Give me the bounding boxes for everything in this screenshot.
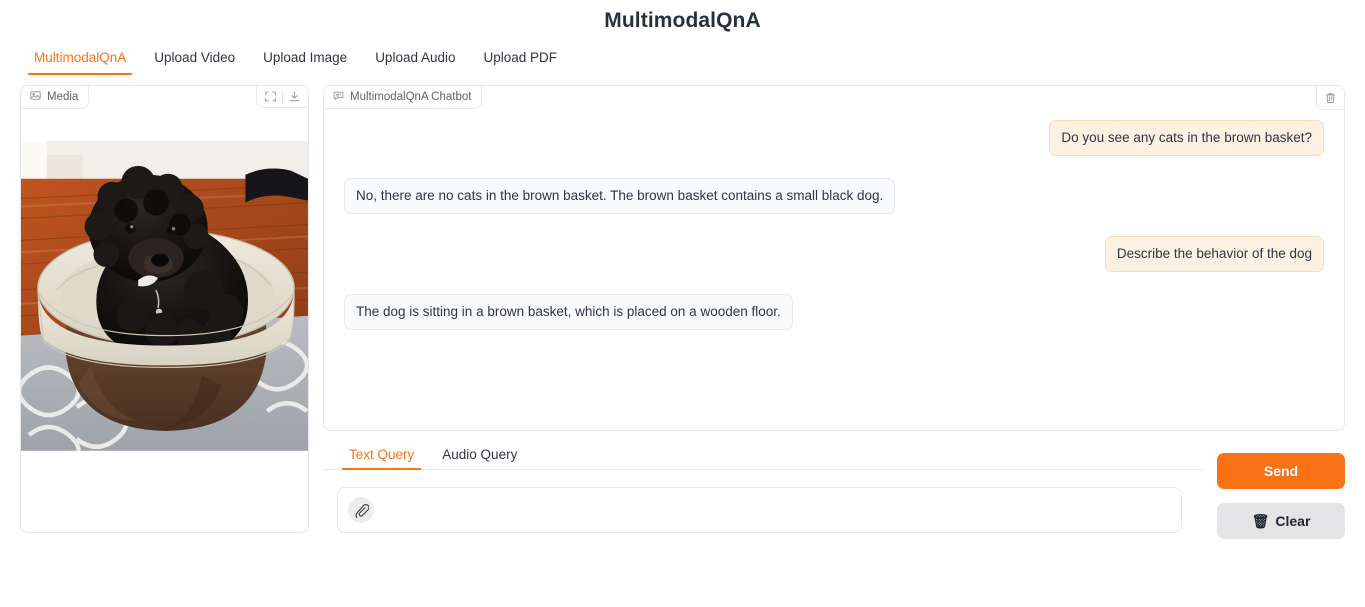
query-action-column: Send 🗑 Clear	[1217, 443, 1345, 539]
media-panel-label-text: Media	[47, 91, 78, 103]
chat-message-row: The dog is sitting in a brown basket, wh…	[344, 294, 1324, 330]
chat-bubble-bot: The dog is sitting in a brown basket, wh…	[344, 294, 793, 330]
send-button[interactable]: Send	[1217, 453, 1345, 489]
image-icon	[30, 90, 41, 104]
tab-upload-pdf[interactable]: Upload PDF	[470, 50, 572, 75]
chatbot-panel: MultimodalQnA Chatbot Do you see any cat…	[323, 85, 1345, 431]
chat-icon	[333, 90, 344, 104]
download-icon[interactable]	[288, 90, 301, 103]
media-panel-tools	[256, 86, 308, 108]
media-image[interactable]	[21, 141, 308, 453]
chat-message-row: No, there are no cats in the brown baske…	[344, 178, 1324, 214]
paperclip-icon[interactable]	[348, 497, 374, 523]
trash-icon	[1324, 92, 1337, 109]
tab-audio-query[interactable]: Audio Query	[428, 447, 531, 469]
clear-chat-icon-button[interactable]	[1316, 86, 1344, 110]
chatbot-panel-label-text: MultimodalQnA Chatbot	[350, 91, 471, 103]
chat-column: MultimodalQnA Chatbot Do you see any cat…	[323, 85, 1345, 545]
tab-upload-image[interactable]: Upload Image	[249, 50, 361, 75]
query-text-input[interactable]	[382, 488, 1171, 532]
page-title: MultimodalQnA	[0, 0, 1365, 36]
query-input-column: Text Query Audio Query	[323, 443, 1203, 539]
dog-photo-illustration	[21, 141, 308, 451]
chat-message-row: Do you see any cats in the brown basket?	[344, 120, 1324, 156]
chat-message-row: Describe the behavior of the dog	[344, 236, 1324, 272]
tab-multimodalqna[interactable]: MultimodalQnA	[20, 50, 140, 75]
main-content: Media	[0, 75, 1365, 545]
clear-button-label: Clear	[1275, 513, 1310, 529]
fullscreen-icon[interactable]	[264, 90, 277, 103]
media-panel-label: Media	[21, 86, 89, 109]
tools-divider	[282, 91, 283, 102]
chat-bubble-user: Describe the behavior of the dog	[1105, 236, 1324, 272]
clear-button[interactable]: 🗑 Clear	[1217, 503, 1345, 539]
tab-upload-audio[interactable]: Upload Audio	[361, 50, 469, 75]
top-tab-bar: MultimodalQnA Upload Video Upload Image …	[0, 41, 1365, 75]
chat-bubble-bot: No, there are no cats in the brown baske…	[344, 178, 895, 214]
chat-bubble-user: Do you see any cats in the brown basket?	[1049, 120, 1324, 156]
wastebasket-icon: 🗑	[1252, 513, 1270, 530]
chat-messages[interactable]: Do you see any cats in the brown basket?…	[324, 86, 1344, 430]
tab-text-query[interactable]: Text Query	[335, 447, 428, 469]
query-area: Text Query Audio Query Send 🗑 Clear	[323, 443, 1345, 539]
query-tab-bar: Text Query Audio Query	[323, 443, 1203, 470]
chatbot-panel-label: MultimodalQnA Chatbot	[324, 86, 482, 109]
text-query-box[interactable]	[337, 487, 1182, 533]
tab-upload-video[interactable]: Upload Video	[140, 50, 249, 75]
media-panel: Media	[20, 85, 309, 533]
